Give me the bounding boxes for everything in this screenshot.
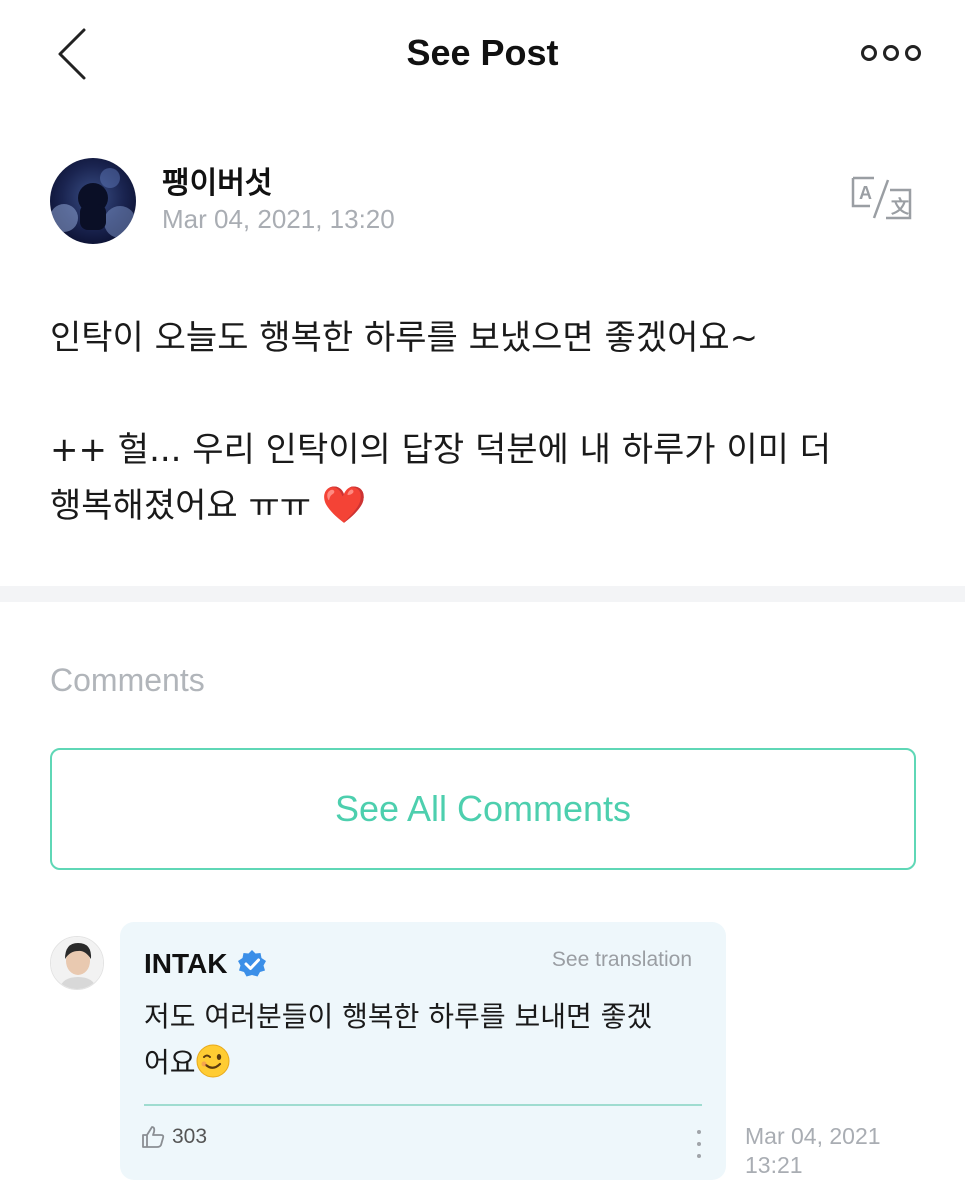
post-timestamp: Mar 04, 2021, 13:20 xyxy=(162,204,395,234)
post-text-line: 인탁이 오늘도 행복한 하루를 보냈으면 좋겠어요~ xyxy=(50,318,759,358)
post-text-line: ++ 헐... 우리 인탁이의 답장 덕분에 내 하루가 이미 더 xyxy=(50,430,831,470)
comment-more-button[interactable] xyxy=(694,1130,704,1158)
comment-text-line: 저도 여러분들이 행복한 하루를 보내면 좋겠 xyxy=(144,1000,653,1033)
post-content: 인탁이 오늘도 행복한 하루를 보냈으면 좋겠어요~ ++ 헐... 우리 인탁… xyxy=(50,310,920,534)
thumbs-up-icon xyxy=(142,1126,165,1148)
see-post-screen: See Post 팽이버섯 Mar 04, 2021, 13:20 A 文 인탁… xyxy=(0,0,965,1200)
comment-bubble: INTAK See translation 저도 여러분들이 행복한 하루를 보… xyxy=(120,922,726,1180)
comment-text: 저도 여러분들이 행복한 하루를 보내면 좋겠 어요 xyxy=(144,994,704,1086)
comments-heading: Comments xyxy=(50,662,205,698)
like-button[interactable]: 303 xyxy=(140,1124,207,1150)
post-author-name[interactable]: 팽이버섯 xyxy=(162,158,272,202)
winking-face-icon xyxy=(196,1044,230,1078)
section-divider xyxy=(0,586,965,602)
page-title: See Post xyxy=(406,32,559,73)
comment-text-line-2: 어요 xyxy=(144,1040,704,1086)
see-translation-link[interactable]: See translation xyxy=(552,948,692,972)
comment-author-name: INTAK xyxy=(144,948,228,979)
svg-text:文: 文 xyxy=(891,196,910,218)
more-button[interactable] xyxy=(861,40,923,66)
translate-icon: A 文 xyxy=(851,176,912,220)
see-all-comments-button[interactable]: See All Comments xyxy=(50,748,916,870)
comment-timestamp: Mar 04, 2021 13:21 xyxy=(745,1122,945,1180)
author-avatar[interactable] xyxy=(50,158,136,244)
more-dot xyxy=(697,1154,701,1158)
avatar-image xyxy=(50,158,136,244)
post-text-line: 행복해졌어요 ㅠㅠ ❤️ xyxy=(50,478,920,534)
top-bar: See Post xyxy=(0,0,965,110)
more-vertical-icon xyxy=(697,1130,701,1134)
like-count: 303 xyxy=(172,1125,208,1148)
translate-button[interactable]: A 文 xyxy=(850,176,914,222)
more-dot xyxy=(883,45,899,61)
more-dot xyxy=(905,45,921,61)
verified-badge-icon xyxy=(238,950,267,977)
comment-date: Mar 04, 2021 xyxy=(745,1123,881,1149)
post-text-line-end: 행복해졌어요 ㅠㅠ xyxy=(50,486,312,526)
comment-divider xyxy=(144,1104,702,1106)
more-horizontal-icon xyxy=(861,45,877,61)
svg-text:A: A xyxy=(859,183,872,203)
comment-author[interactable]: INTAK xyxy=(144,948,267,980)
more-dot xyxy=(697,1142,701,1146)
heart-emoji: ❤️ xyxy=(321,485,367,526)
comment-text-line-end: 어요 xyxy=(144,1046,196,1079)
comment-time: 13:21 xyxy=(745,1152,803,1178)
avatar-image xyxy=(51,937,103,989)
comment-author-avatar[interactable] xyxy=(50,936,104,990)
